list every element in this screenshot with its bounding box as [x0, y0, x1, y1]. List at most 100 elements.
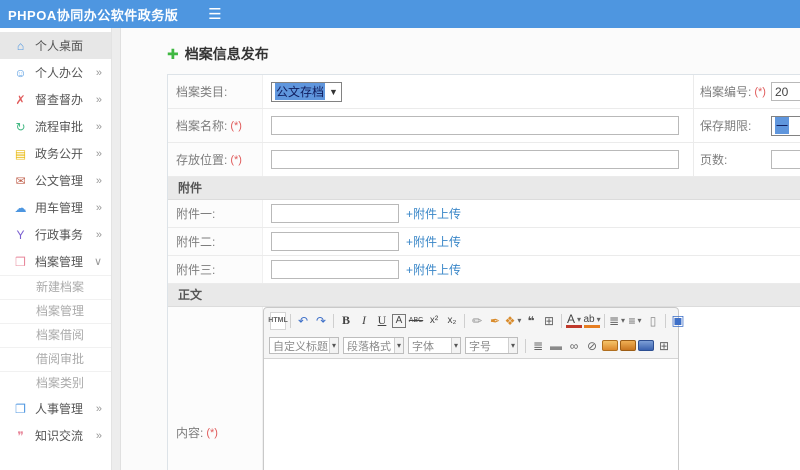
archive-category-select[interactable]: 公文存档 ▼	[271, 81, 342, 102]
retention-period-select[interactable]: 一	[771, 115, 800, 136]
attachment-upload-link[interactable]: +附件上传	[406, 233, 461, 250]
horizontal-rule-icon[interactable]: ▬	[548, 337, 564, 355]
attachment-3-input[interactable]	[271, 260, 399, 279]
sidebar-item-personal-desktop[interactable]: ⌂ 个人桌面	[0, 32, 111, 59]
attachment-row: 附件一: +附件上传	[168, 200, 800, 228]
attachment-row: 附件三: +附件上传	[168, 256, 800, 284]
content-label-cell: 内容: (*)	[168, 307, 263, 470]
archive-name-label-cell: 档案名称: (*)	[168, 109, 263, 142]
unlink-icon[interactable]: ⊘	[584, 337, 600, 355]
media-icon[interactable]	[637, 340, 654, 351]
rich-text-editor: HTML ↶ ↷ B I U A ABC x² x₂ ✏ ✒ ❖ ▾ ❝ ⊞ A ▾ ab ▾ ≣ ▾ ≡ ▾ ▯ ▣ 自定义标题…	[263, 307, 685, 470]
archive-name-input[interactable]	[271, 116, 679, 135]
format-brush-icon[interactable]: ✒	[487, 312, 503, 330]
sidebar-item-label: 人事管理	[35, 402, 84, 416]
dropdown-arrow-icon: ▾	[577, 314, 582, 324]
font-family-select[interactable]: 字体 ▾	[408, 337, 461, 354]
archive-number-input[interactable]	[771, 82, 800, 101]
sidebar-item-gov-disclosure[interactable]: ▤ 政务公开 »	[0, 140, 111, 167]
dropdown-arrow-icon: ▾	[517, 316, 522, 325]
custom-title-select[interactable]: 自定义标题 ▾	[269, 337, 339, 354]
body-section-header: 正文	[168, 284, 800, 307]
user-icon: ☺	[14, 65, 27, 80]
image-icon[interactable]	[601, 340, 618, 351]
chat-icon: ❞	[17, 428, 24, 443]
attachment-1-input[interactable]	[271, 204, 399, 223]
sidebar-item-vehicle-mgmt[interactable]: ☁ 用车管理 »	[0, 194, 111, 221]
bold-icon[interactable]: B	[338, 312, 354, 330]
paragraph-format-select[interactable]: 段落格式 ▾	[343, 337, 405, 354]
sidebar-subitem-archive-borrow[interactable]: 档案借阅	[0, 323, 111, 347]
sidebar-item-workflow-approval[interactable]: ↻ 流程审批 »	[0, 113, 111, 140]
new-page-icon[interactable]: ▯	[645, 312, 661, 330]
sidebar-item-admin-affairs[interactable]: Y 行政事务 »	[0, 221, 111, 248]
required-mark: (*)	[230, 153, 242, 166]
ordered-list-icon[interactable]: ≣ ▾	[609, 312, 625, 330]
underline-icon[interactable]: U	[374, 312, 390, 330]
required-mark: (*)	[230, 119, 242, 132]
toolbar-separator	[604, 313, 605, 328]
select-arrow-icon: ▼	[329, 86, 338, 97]
page-title: ✚ 档案信息发布	[167, 44, 800, 64]
dropdown-arrow-icon: ▾	[328, 338, 338, 353]
emoticon-table-icon[interactable]: ⊞	[541, 312, 557, 330]
eraser-icon[interactable]: ✏	[469, 312, 485, 330]
undo-icon[interactable]: ↶	[295, 312, 311, 330]
content-value-cell: HTML ↶ ↷ B I U A ABC x² x₂ ✏ ✒ ❖ ▾ ❝ ⊞ A ▾ ab ▾ ≣ ▾ ≡ ▾ ▯ ▣ 自定义标题…	[263, 307, 800, 470]
fullscreen-icon[interactable]: ▣	[670, 312, 686, 330]
sidebar-item-personal-office[interactable]: ☺ 个人办公 »	[0, 59, 111, 86]
font-box-icon[interactable]: A	[392, 313, 406, 328]
editor-toolbar-row2: 自定义标题 ▾ 段落格式 ▾ 字体 ▾ 字号 ▾ ≣ ▬ ∞ ⊘ ⊞	[264, 333, 678, 358]
attachment-upload-link[interactable]: +附件上传	[406, 261, 461, 278]
redo-icon[interactable]: ↷	[313, 312, 329, 330]
superscript-icon[interactable]: x²	[426, 312, 442, 330]
editor-content-area[interactable]	[264, 358, 678, 470]
toolbar-separator	[524, 338, 526, 353]
table-icon[interactable]: ⊞	[656, 337, 672, 355]
sidebar-item-label: 档案管理	[35, 255, 84, 269]
sidebar-item-label: 用车管理	[35, 201, 84, 215]
attachment-value-cell: +附件上传	[263, 228, 800, 255]
sidebar-subitem-archive-manage[interactable]: 档案管理	[0, 299, 111, 323]
html-source-button[interactable]: HTML	[268, 311, 288, 330]
sidebar-subitem-new-archive[interactable]: 新建档案	[0, 275, 111, 299]
sidebar-subitem-label: 档案类别	[36, 376, 85, 390]
sidebar-item-knowledge-exchange[interactable]: ❞ 知识交流 »	[0, 422, 111, 449]
attachment-row: 附件二: +附件上传	[168, 228, 800, 256]
link-icon[interactable]: ∞	[566, 337, 582, 355]
sidebar-subitem-borrow-approval[interactable]: 借阅审批	[0, 347, 111, 371]
sidebar-item-document-mgmt[interactable]: ✉ 公文管理 »	[0, 167, 111, 194]
subscript-icon[interactable]: x₂	[444, 312, 460, 330]
page-count-input[interactable]	[771, 150, 800, 169]
sidebar-subitem-archive-category[interactable]: 档案类别	[0, 371, 111, 395]
menu-toggle-icon[interactable]: ☰	[208, 7, 221, 22]
highlight-color-icon[interactable]: ab ▾	[583, 313, 601, 328]
topbar: PHPOA协同办公软件政务版 ☰	[0, 0, 800, 28]
editor-toolbar-row1: HTML ↶ ↷ B I U A ABC x² x₂ ✏ ✒ ❖ ▾ ❝ ⊞ A ▾ ab ▾ ≣ ▾ ≡ ▾ ▯ ▣	[264, 308, 685, 333]
strikethrough-icon[interactable]: ABC	[408, 312, 424, 330]
form-row-name: 档案名称: (*) 保存期限: 一	[168, 109, 800, 143]
sidebar-subitem-label: 档案借阅	[36, 328, 85, 342]
chevron-right-icon: »	[95, 174, 102, 187]
folder-icon: ❒	[15, 254, 26, 269]
chevron-right-icon: »	[95, 402, 102, 415]
sidebar-item-supervision[interactable]: ✗ 督查督办 »	[0, 86, 111, 113]
align-left-icon[interactable]: ≣	[530, 337, 546, 355]
blockquote-icon[interactable]: ❝	[523, 312, 539, 330]
form-row-category: 档案类目: 公文存档 ▼ 档案编号: (*)	[168, 75, 800, 109]
unordered-list-icon[interactable]: ≡ ▾	[627, 312, 643, 330]
attachment-2-input[interactable]	[271, 232, 399, 251]
attachment-upload-link[interactable]: +附件上传	[406, 205, 461, 222]
sidebar-item-archive-mgmt[interactable]: ❒ 档案管理 ∨	[0, 248, 111, 275]
storage-location-input[interactable]	[271, 150, 679, 169]
font-color-icon[interactable]: A ▾	[566, 312, 582, 328]
color-palette-icon[interactable]: ❖ ▾	[505, 312, 522, 330]
sidebar-menu: ⌂ 个人桌面 ☺ 个人办公 » ✗ 督查督办 » ↻ 流程审批 » ▤ 政务公开 » ✉ 公文管理 » ☁ 用车管理…	[0, 28, 112, 470]
italic-icon[interactable]: I	[356, 312, 372, 330]
sidebar-item-hr-mgmt[interactable]: ❐ 人事管理 »	[0, 395, 111, 422]
font-size-select[interactable]: 字号 ▾	[465, 337, 518, 354]
sidebar-gutter	[112, 28, 121, 470]
toolbar-separator	[561, 313, 562, 328]
upload-image-icon[interactable]	[619, 340, 636, 351]
page-title-text: 档案信息发布	[184, 46, 269, 62]
